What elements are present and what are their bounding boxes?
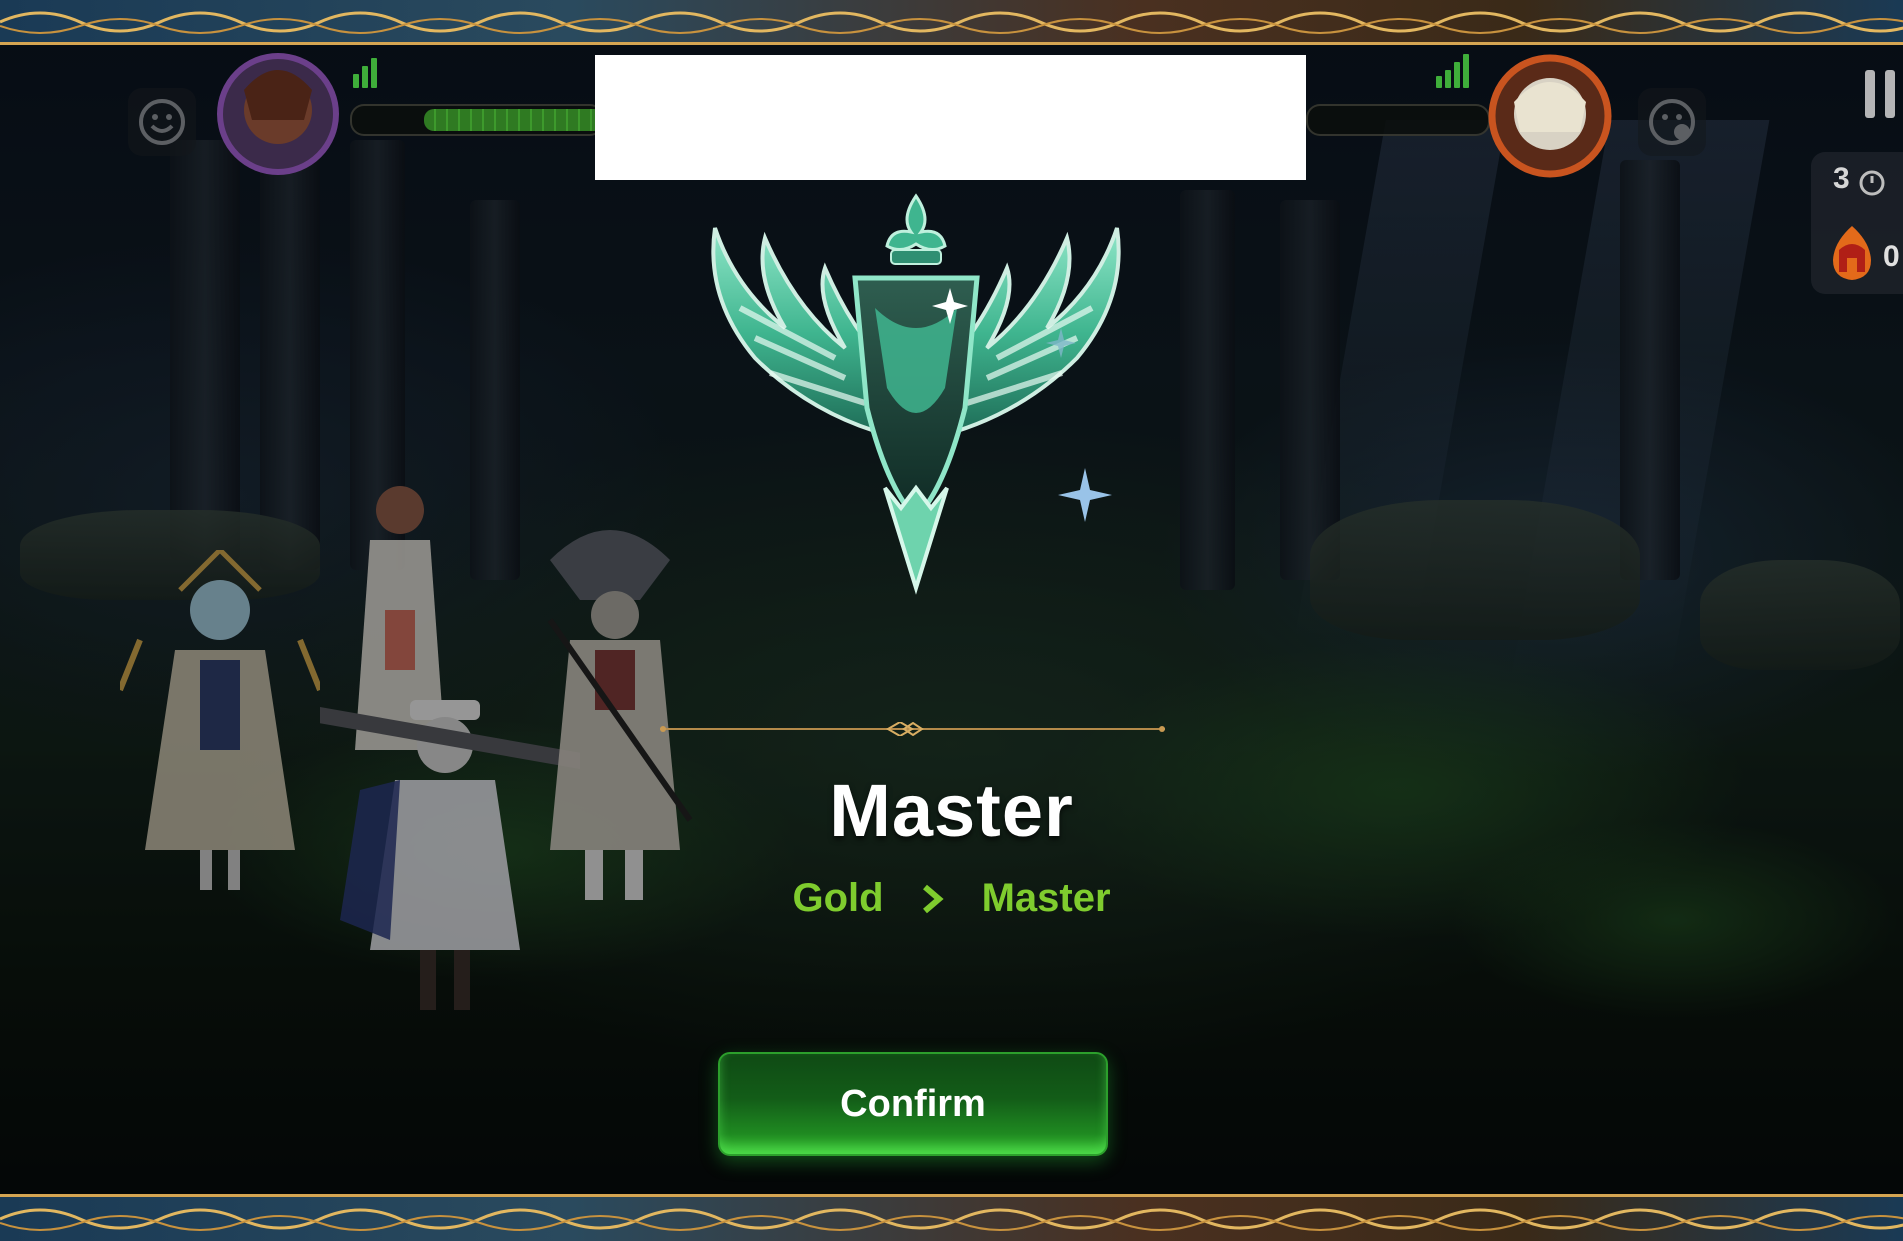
timer-icon [1859,170,1885,196]
chevron-right-icon [922,884,944,913]
opponent-portrait [1488,54,1612,178]
pause-icon [1865,70,1875,118]
winged-master-emblem [711,193,1121,595]
rank-change: Gold Master [0,876,1903,921]
right-emote-button[interactable] [1638,88,1706,156]
from-rank: Gold [792,876,884,920]
spartan-helmet-fire-icon [1833,226,1871,280]
right-connection-icon [1436,54,1469,88]
gold-scroll-pattern [0,11,1903,34]
side-bonus-value: 0 [1883,240,1900,273]
confirm-button[interactable]: Confirm [718,1052,1108,1156]
left-hp-bar [350,104,604,136]
pause-button[interactable] [1865,70,1895,118]
right-hp-bar [1306,104,1490,136]
redacted-banner [595,55,1306,180]
left-connection-icon [353,58,377,88]
to-rank: Master [981,876,1111,920]
player-portrait [217,53,339,175]
emote-face-icon [1649,99,1695,145]
rank-title: Master [829,769,1074,852]
left-emote-button[interactable] [128,88,196,156]
side-status-panel: 3 0 [1811,152,1903,294]
bottom-ornate-border [0,1194,1903,1241]
game-screen: 3 0 Master Gold Master Confirm [0,0,1903,1241]
ornate-divider [660,722,1165,736]
top-ornate-border [0,0,1903,45]
left-hp-fill [424,109,602,131]
gold-scroll-pattern [0,1208,1903,1231]
side-counter-value: 3 [1833,162,1850,195]
smile-face-icon [139,99,185,145]
